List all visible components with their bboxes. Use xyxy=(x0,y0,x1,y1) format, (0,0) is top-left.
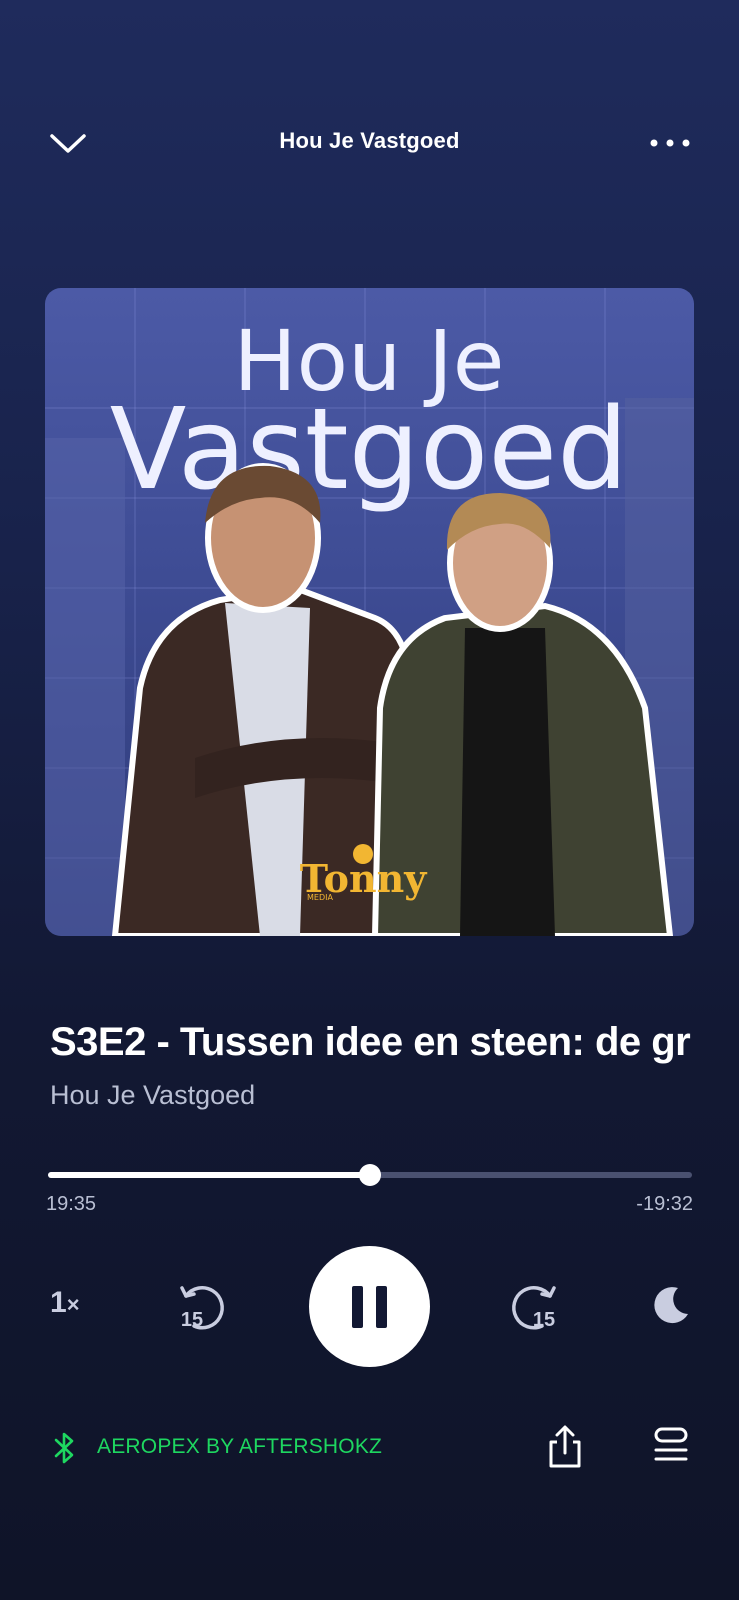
episode-title: S3E2 - Tussen idee en steen: de gr xyxy=(50,1020,691,1064)
progress-bar[interactable] xyxy=(48,1164,692,1186)
pause-button[interactable] xyxy=(309,1246,430,1367)
sleep-timer-button[interactable] xyxy=(648,1282,694,1328)
skip-forward-15-button[interactable]: 15 xyxy=(508,1280,564,1336)
more-options-button[interactable] xyxy=(648,128,692,158)
header-title: Hou Je Vastgoed xyxy=(279,128,460,153)
show-name-link[interactable]: Hou Je Vastgoed xyxy=(50,1080,255,1111)
svg-text:15: 15 xyxy=(533,1309,555,1331)
share-button[interactable] xyxy=(543,1422,587,1470)
progress-scrubber-knob[interactable] xyxy=(359,1164,381,1186)
elapsed-time: 19:35 xyxy=(46,1193,97,1215)
collapse-chevron-button[interactable] xyxy=(46,126,90,162)
svg-text:15: 15 xyxy=(181,1309,203,1331)
svg-text:MEDIA: MEDIA xyxy=(307,893,333,902)
forward-15-icon: 15 xyxy=(512,1286,556,1331)
podcast-artwork: Hou Je Vastgoed Tonny MEDIA xyxy=(45,288,694,936)
connected-device-button[interactable]: AEROPEX BY AFTERSHOKZ xyxy=(97,1435,382,1459)
queue-button[interactable] xyxy=(651,1425,691,1465)
artwork-title-line2: Vastgoed xyxy=(110,385,628,515)
share-icon xyxy=(549,1425,581,1468)
queue-icon xyxy=(654,1427,688,1461)
more-horizontal-icon xyxy=(650,139,690,147)
speed-value: 1 xyxy=(50,1286,67,1319)
speed-suffix: × xyxy=(66,1292,80,1317)
remaining-time: -19:32 xyxy=(636,1193,693,1215)
pause-icon-bar-right xyxy=(376,1286,387,1328)
chevron-down-icon xyxy=(50,134,86,153)
rewind-15-icon: 15 xyxy=(180,1286,224,1331)
progress-fill xyxy=(48,1172,370,1178)
bluetooth-icon xyxy=(52,1431,76,1465)
pause-icon-bar-left xyxy=(352,1286,363,1328)
moon-icon xyxy=(654,1287,688,1324)
skip-back-15-button[interactable]: 15 xyxy=(172,1280,228,1336)
playback-speed-button[interactable]: 1× xyxy=(50,1286,100,1326)
